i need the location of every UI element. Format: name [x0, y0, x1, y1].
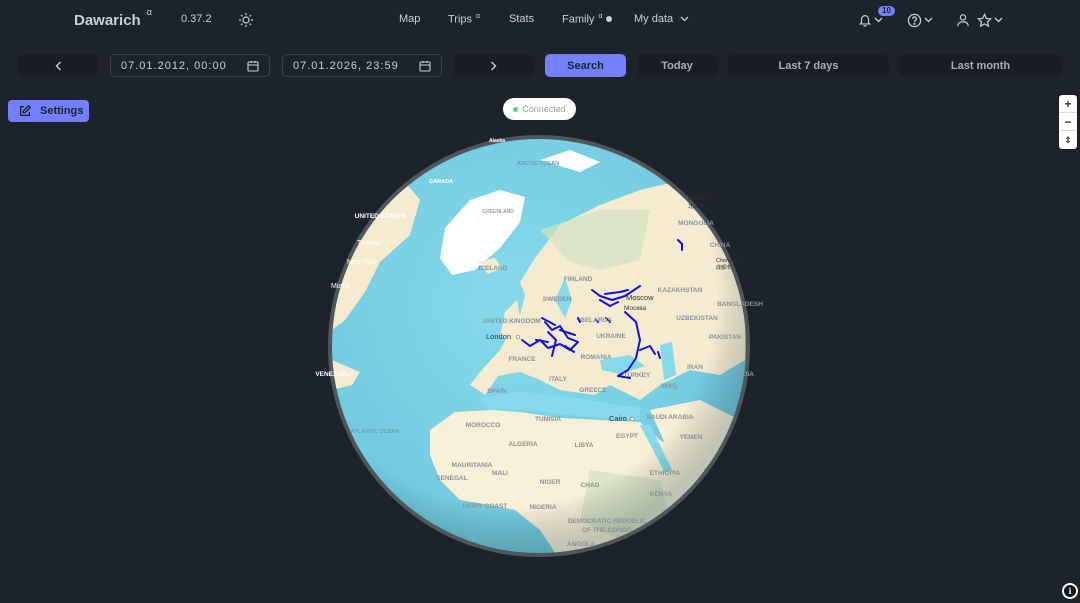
- label-algeria: ALGERIA: [508, 441, 538, 448]
- label-miami: Miami: [331, 283, 350, 290]
- label-new-york: New York: [347, 259, 377, 266]
- label-iran: IRAN: [687, 364, 703, 371]
- label-italy: ITALY: [549, 376, 567, 383]
- label-pakistan: PAKISTAN: [709, 334, 742, 341]
- label-chengdu-local: 成都市: [716, 264, 731, 271]
- label-libya: LIBYA: [575, 442, 594, 449]
- label-morocco: MOROCCO: [466, 422, 501, 429]
- label-egypt: EGYPT: [616, 433, 638, 440]
- label-niger: NIGER: [540, 479, 561, 486]
- settings-label: Settings: [40, 105, 84, 117]
- reset-north-button[interactable]: ⇕: [1059, 131, 1077, 149]
- label-alaska: Alaska: [489, 138, 505, 144]
- label-greenland: GREENLAND: [482, 209, 514, 215]
- label-iraq: IRAQ: [661, 383, 677, 390]
- label-sweden: SWEDEN: [543, 296, 572, 303]
- label-kenya: KENYA: [650, 491, 672, 498]
- label-kazakhstan: KAZAKHSTAN: [658, 287, 703, 294]
- label-iceland: ICELAND: [479, 265, 508, 272]
- label-london: London: [486, 332, 511, 341]
- label-turkey: TURKEY: [624, 372, 651, 379]
- attribution-button[interactable]: i: [1062, 583, 1078, 599]
- label-mongolia: MONGOLIA: [678, 220, 714, 227]
- label-beijing: Beijing: [688, 196, 706, 202]
- zoom-controls: + − ⇕: [1059, 95, 1077, 149]
- label-moscow-local: Москва: [624, 305, 647, 312]
- label-senegal: SENEGAL: [436, 475, 467, 482]
- label-mali: MALI: [492, 470, 508, 477]
- label-chengdu: Chengdu: [716, 258, 738, 264]
- label-tunisia: TUNISIA: [535, 416, 561, 423]
- zoom-out-button[interactable]: −: [1059, 113, 1077, 131]
- edit-icon: [19, 104, 32, 117]
- label-spain: SPAIN: [487, 388, 507, 395]
- label-angola: ANGOLA: [567, 541, 595, 548]
- settings-button[interactable]: Settings: [8, 100, 89, 122]
- label-france: FRANCE: [508, 356, 536, 363]
- globe-shading: [332, 139, 746, 553]
- label-ivory-coast: IVORY COAST: [463, 503, 507, 510]
- label-india: INDIA: [736, 371, 754, 378]
- label-toronto: Toronto: [357, 240, 380, 247]
- label-atlantic-ocean: ATLANTIC OCEAN: [351, 429, 400, 435]
- label-belarus: BELARUS: [580, 317, 612, 324]
- label-greece: GREECE: [579, 387, 607, 394]
- label-ukraine: UKRAINE: [596, 333, 626, 340]
- label-moscow: Moscow: [626, 293, 654, 302]
- label-finland: FINLAND: [564, 276, 593, 283]
- london-marker: [515, 334, 521, 340]
- cairo-marker: [629, 416, 635, 422]
- label-china: CHINA: [710, 242, 731, 249]
- label-romania: ROMANIA: [580, 354, 611, 361]
- label-uzbekistan: UZBEKISTAN: [676, 315, 718, 322]
- connection-status-badge: Connected: [503, 98, 576, 120]
- globe-map[interactable]: ARCTIC OCEAN GREENLAND ICELAND FINLAND S…: [0, 0, 1080, 603]
- label-beijing-local: 北京市: [688, 202, 705, 210]
- label-mauritania: MAURITANIA: [452, 462, 493, 469]
- label-ethiopia: ETHIOPIA: [650, 470, 681, 477]
- label-nigeria: NIGERIA: [529, 504, 556, 511]
- label-united-kingdom: UNITED KINGDOM: [483, 318, 540, 325]
- label-yemen: YEMEN: [679, 434, 702, 441]
- label-bangladesh: BANGLADESH: [717, 301, 763, 308]
- label-drc-line-1: DEMOCRATIC REPUBLIC: [568, 518, 647, 525]
- label-united-states: UNITED STATES: [355, 213, 406, 220]
- zoom-in-button[interactable]: +: [1059, 95, 1077, 113]
- info-icon: i: [1064, 585, 1076, 597]
- label-arctic-ocean: ARCTIC OCEAN: [517, 161, 559, 167]
- label-cairo: Cairo: [609, 414, 627, 423]
- label-canada: CANADA: [429, 179, 453, 185]
- status-dot: [513, 106, 519, 112]
- label-venezuela: VENEZUELA: [315, 371, 355, 378]
- label-chad: CHAD: [581, 482, 600, 489]
- connection-status-text: Connected: [522, 104, 566, 114]
- label-saudi-arabia: SAUDI ARABIA: [646, 414, 693, 421]
- label-drc-line-2: OF THE CONGO: [582, 527, 632, 534]
